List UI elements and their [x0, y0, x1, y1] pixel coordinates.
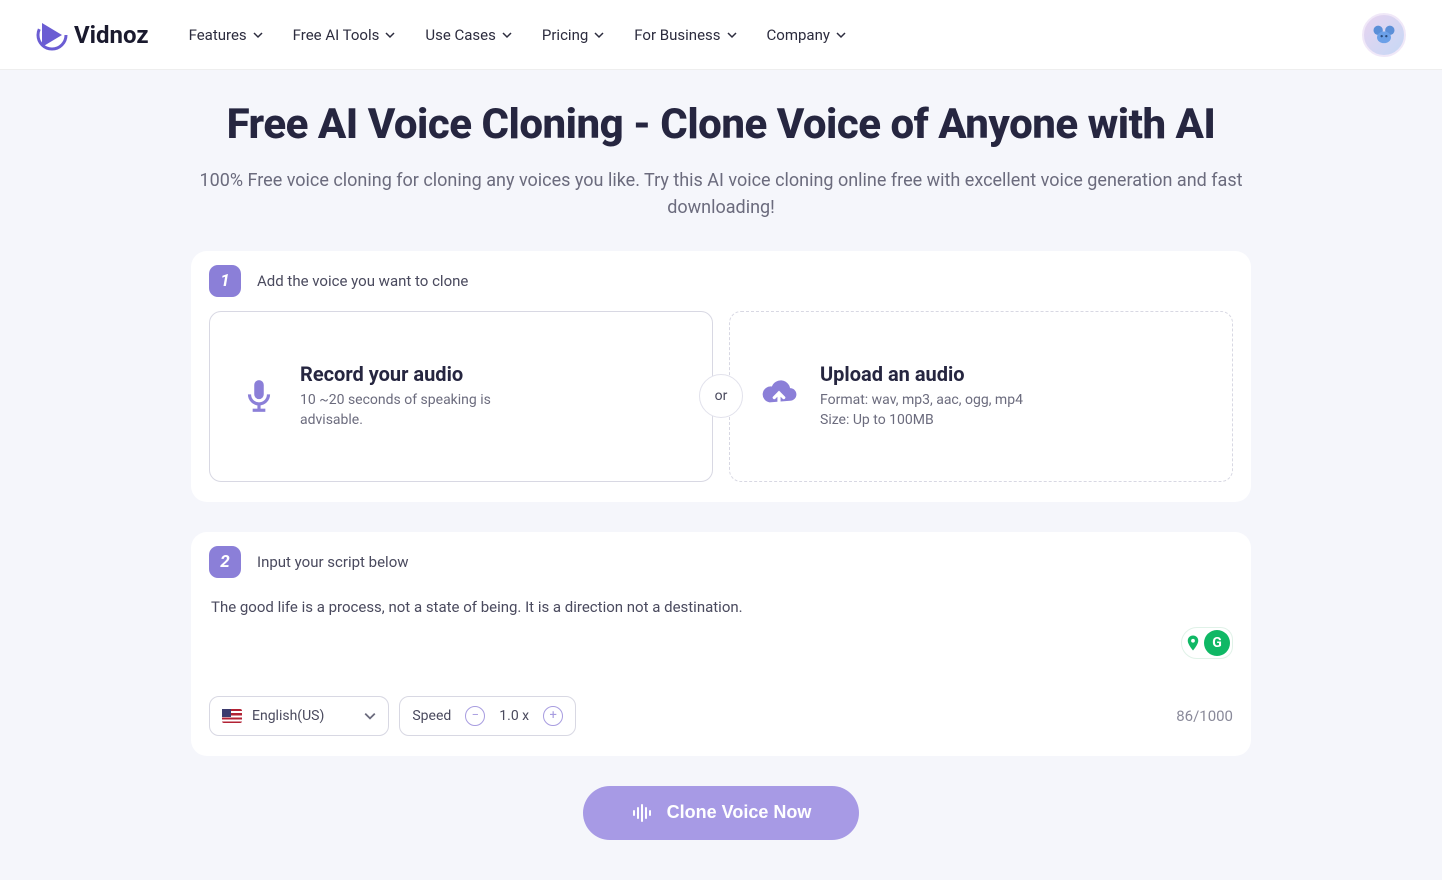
grammarly-widget[interactable]: G [1181, 627, 1233, 659]
audio-wave-icon [631, 801, 655, 825]
chevron-down-icon [594, 30, 604, 40]
logo-icon [36, 19, 68, 51]
pin-icon [1184, 634, 1202, 652]
step-2-badge: 2 [209, 546, 241, 578]
language-select[interactable]: English(US) [209, 696, 389, 736]
char-counter: 86/1000 [1176, 707, 1233, 725]
speed-increase-button[interactable]: + [543, 706, 563, 726]
page-subtitle: 100% Free voice cloning for cloning any … [191, 167, 1251, 221]
nav-for-business[interactable]: For Business [634, 26, 736, 44]
nav-free-ai-tools[interactable]: Free AI Tools [293, 26, 396, 44]
record-title: Record your audio [300, 362, 520, 386]
language-label: English(US) [252, 708, 324, 724]
step-1-panel: 1 Add the voice you want to clone Record… [191, 251, 1251, 502]
main-header: Vidnoz Features Free AI Tools Use Cases … [0, 0, 1442, 70]
chevron-down-icon [502, 30, 512, 40]
microphone-icon [240, 377, 278, 415]
step-1-badge: 1 [209, 265, 241, 297]
speed-label: Speed [412, 708, 451, 724]
record-desc: 10 ~20 seconds of speaking is advisable. [300, 390, 520, 431]
chevron-down-icon [253, 30, 263, 40]
page-title: Free AI Voice Cloning - Clone Voice of A… [191, 100, 1251, 149]
speed-control: Speed − 1.0 x + [399, 696, 576, 736]
user-avatar[interactable] [1362, 13, 1406, 57]
speed-decrease-button[interactable]: − [465, 706, 485, 726]
upload-format: Format: wav, mp3, aac, ogg, mp4 [820, 390, 1023, 410]
chevron-down-icon [836, 30, 846, 40]
us-flag-icon [222, 709, 242, 723]
upload-title: Upload an audio [820, 362, 1023, 386]
script-textarea[interactable] [209, 592, 1233, 672]
grammarly-icon: G [1204, 630, 1230, 656]
nav-company[interactable]: Company [767, 26, 846, 44]
upload-size: Size: Up to 100MB [820, 410, 1023, 430]
brand-logo[interactable]: Vidnoz [36, 19, 149, 51]
chevron-down-icon [364, 710, 376, 722]
chevron-down-icon [385, 30, 395, 40]
step-2-panel: 2 Input your script below G English(US) … [191, 532, 1251, 756]
speed-value: 1.0 x [499, 708, 529, 724]
nav-use-cases[interactable]: Use Cases [425, 26, 512, 44]
record-audio-card[interactable]: Record your audio 10 ~20 seconds of spea… [209, 311, 713, 482]
cloud-upload-icon [760, 377, 798, 415]
cta-label: Clone Voice Now [667, 802, 812, 823]
brand-name: Vidnoz [74, 21, 149, 49]
step-1-label: Add the voice you want to clone [257, 272, 468, 290]
nav-features[interactable]: Features [189, 26, 263, 44]
chevron-down-icon [727, 30, 737, 40]
nav-pricing[interactable]: Pricing [542, 26, 604, 44]
step-2-label: Input your script below [257, 553, 409, 571]
main-nav: Features Free AI Tools Use Cases Pricing… [189, 26, 846, 44]
clone-voice-button[interactable]: Clone Voice Now [583, 786, 860, 840]
or-divider: or [699, 374, 743, 418]
upload-audio-card[interactable]: Upload an audio Format: wav, mp3, aac, o… [729, 311, 1233, 482]
